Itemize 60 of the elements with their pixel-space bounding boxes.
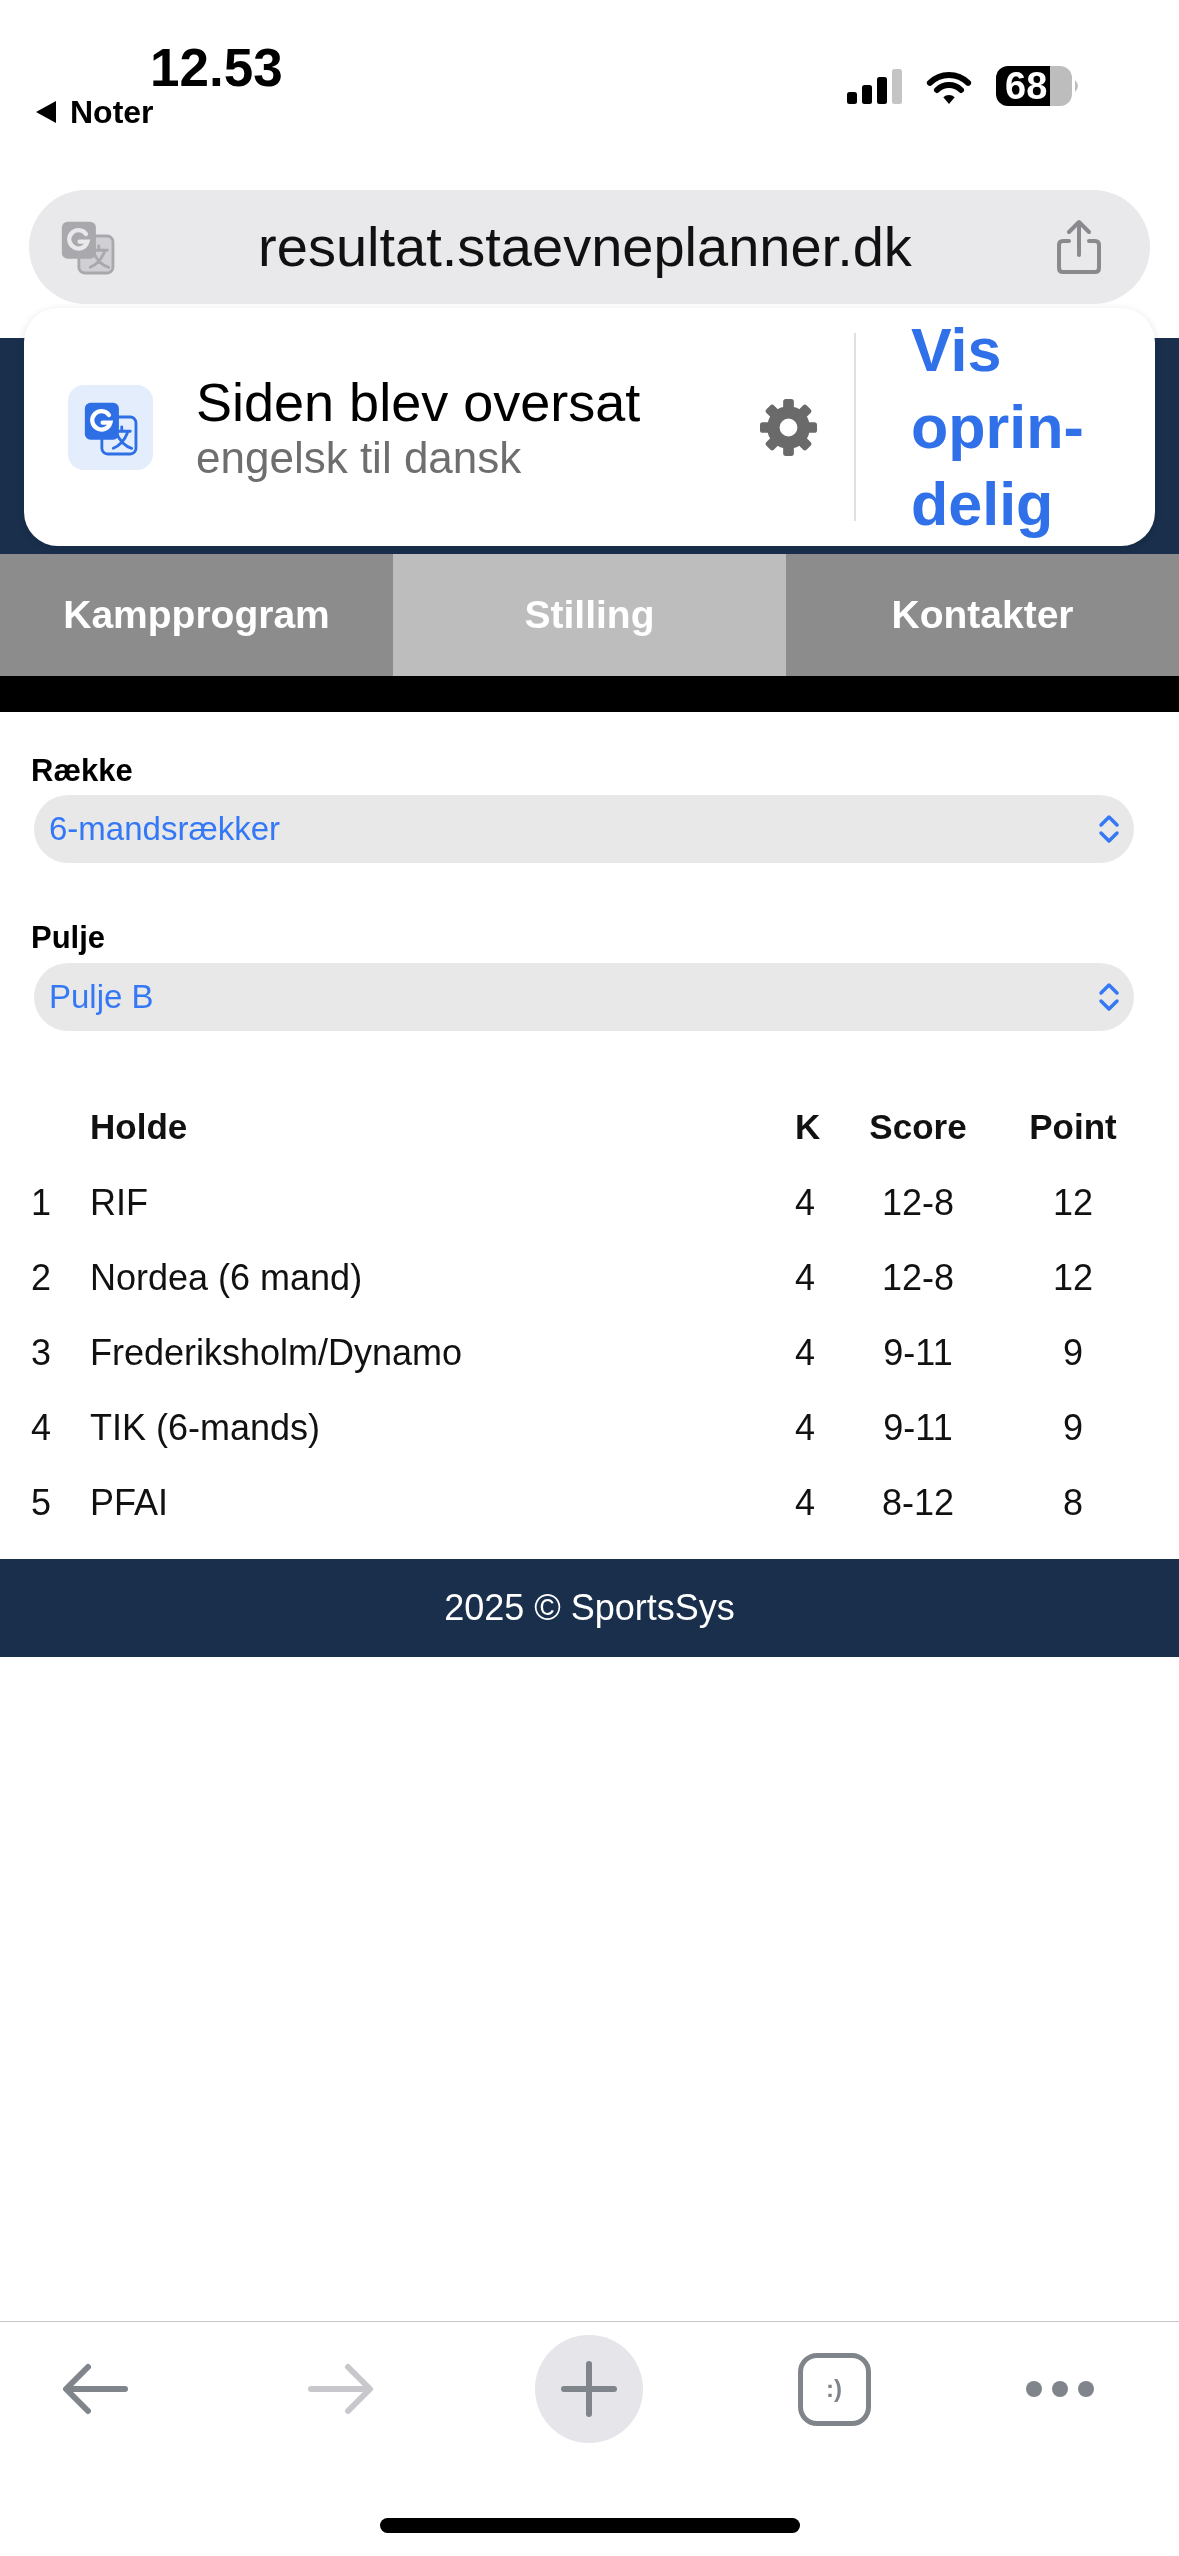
battery-tip-icon xyxy=(1075,80,1080,92)
back-to-app-link[interactable]: Noter xyxy=(70,96,154,128)
chevron-up-down-icon xyxy=(1098,982,1120,1012)
table-cell-text: 4 xyxy=(794,1255,817,1300)
table-cell-text: PFAI xyxy=(90,1480,170,1525)
table-cell-text: 5 xyxy=(31,1480,53,1525)
column-header: Score xyxy=(868,1106,968,1149)
table-cell-text: 9 xyxy=(1062,1330,1084,1375)
table-cell-text: RIF xyxy=(90,1180,149,1225)
table-cell-text: TIK (6-mands) xyxy=(90,1405,322,1450)
clock-time: 12.53 xyxy=(150,42,283,94)
field-label: Pulje xyxy=(31,919,106,957)
copyright-text: 2025 © SportsSys xyxy=(444,1586,735,1630)
tab-switcher-button[interactable]: :) xyxy=(797,2352,871,2426)
banner-title: Siden blev oversat xyxy=(196,371,641,433)
column-header: K xyxy=(794,1106,822,1149)
table-cell-text: 8-12 xyxy=(880,1480,956,1525)
column-header: Holde xyxy=(90,1106,189,1149)
table-cell-text: 12 xyxy=(1051,1255,1094,1300)
table-cell-text: 4 xyxy=(794,1480,817,1525)
translate-icon xyxy=(68,384,153,470)
tab[interactable]: Stilling xyxy=(393,554,786,676)
column-header: Point xyxy=(1028,1106,1118,1149)
table-cell-text: 9-11 xyxy=(882,1330,954,1375)
share-icon[interactable] xyxy=(1054,219,1104,275)
address-bar[interactable]: resultat.staevneplanner.dk xyxy=(29,190,1150,304)
table-cell: 4 xyxy=(31,1390,90,1465)
chevron-up-down-icon xyxy=(1098,814,1120,844)
table-cell-text: Nordea (6 mand) xyxy=(90,1255,364,1300)
forward-arrow-icon xyxy=(308,2363,374,2415)
field-label: Række xyxy=(31,752,133,790)
table-cell-text: 12-8 xyxy=(880,1180,956,1225)
tab[interactable]: Kampprogram xyxy=(0,554,393,676)
table-cell-text: 9 xyxy=(1062,1405,1084,1450)
table-cell-text: 4 xyxy=(794,1180,817,1225)
more-icon xyxy=(1026,2381,1094,2397)
table-cell-text: 8 xyxy=(1062,1480,1084,1525)
table-cell-text: 4 xyxy=(794,1405,817,1450)
table-cell-text: 3 xyxy=(31,1330,53,1375)
battery-level: 68 xyxy=(996,66,1072,106)
table-cell-text: Frederiksholm/Dynamo xyxy=(90,1330,464,1375)
tab[interactable]: Kontakter xyxy=(786,554,1179,676)
table-cell-text: 12 xyxy=(1051,1180,1094,1225)
table-cell-text: 12-8 xyxy=(880,1255,956,1300)
dropdown-field[interactable]: Pulje B xyxy=(34,963,1134,1031)
url-text: resultat.staevneplanner.dk xyxy=(258,215,912,278)
dropdown-field[interactable]: 6-mandsrækker xyxy=(34,795,1134,863)
more-button[interactable] xyxy=(1026,2381,1094,2397)
table-cell-text: 1 xyxy=(31,1180,53,1225)
table-cell-text: 2 xyxy=(31,1255,53,1300)
show-original-button[interactable]: Vis oprin-delig xyxy=(911,311,1111,543)
table-cell-text: 9-11 xyxy=(882,1405,954,1450)
settings-icon[interactable] xyxy=(760,398,817,456)
plus-icon xyxy=(561,2361,617,2417)
table-cell-text: 4 xyxy=(794,1330,817,1375)
back-button[interactable] xyxy=(62,2363,128,2415)
left-triangle-icon[interactable] xyxy=(36,101,56,123)
banner-subtitle: engelsk til dansk xyxy=(196,433,522,483)
signal-icon xyxy=(847,68,902,104)
back-arrow-icon xyxy=(62,2363,128,2415)
